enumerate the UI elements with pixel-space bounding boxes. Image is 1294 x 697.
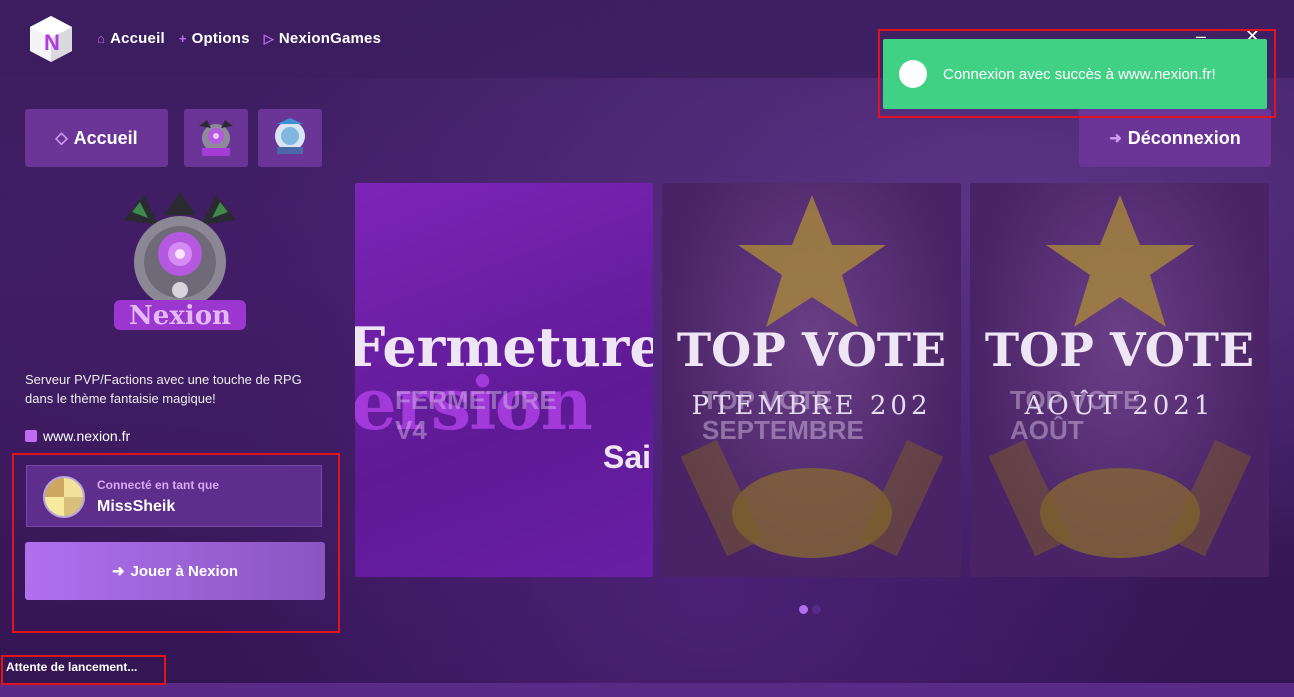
tag-icon: ◇ bbox=[55, 130, 68, 147]
nav-accueil-label: Accueil bbox=[110, 30, 165, 47]
home-icon: ⌂ bbox=[97, 31, 106, 46]
nav-nexiongames[interactable]: ▷ NexionGames bbox=[264, 30, 381, 47]
news-card-caption: TOP VOTE AOÛT bbox=[1010, 385, 1141, 445]
trophy-star-art bbox=[680, 195, 944, 558]
nav-accueil[interactable]: ⌂ Accueil bbox=[97, 30, 165, 47]
bottom-bar bbox=[0, 683, 1294, 697]
plus-icon: + bbox=[178, 31, 187, 46]
server-description: Serveur PVP/Factions avec une touche de … bbox=[25, 372, 302, 406]
nav-options[interactable]: + Options bbox=[179, 30, 250, 47]
play-icon: ▷ bbox=[263, 30, 274, 46]
carousel-dot[interactable] bbox=[812, 605, 821, 614]
news-card-fermeture[interactable]: ersion Fermeture Sai FERMETURE V4 bbox=[355, 183, 653, 577]
news-card-caption-1: FERMETURE bbox=[395, 385, 557, 415]
shop-icon bbox=[25, 430, 37, 442]
server-thumb-other[interactable] bbox=[258, 109, 322, 167]
annotation-box-status bbox=[1, 655, 166, 685]
news-card-topvote-septembre[interactable]: TOP VOTE PTEMBRE 202 TOP VOTE SEPTEMBRE bbox=[662, 183, 961, 577]
annotation-box-user-panel bbox=[12, 453, 340, 633]
news-card-caption-2: AOÛT bbox=[1010, 415, 1084, 445]
svg-text:N: N bbox=[44, 30, 60, 55]
nexion-server-logo: Nexion bbox=[114, 192, 246, 331]
nav-options-label: Options bbox=[191, 30, 250, 47]
home-button-label: Accueil bbox=[73, 127, 138, 148]
website-link[interactable]: www.nexion.fr bbox=[25, 428, 130, 444]
news-card-headline-3: Sai bbox=[602, 439, 651, 475]
news-card-caption: TOP VOTE SEPTEMBRE bbox=[702, 385, 864, 445]
website-link-label: www.nexion.fr bbox=[43, 428, 131, 444]
nexion-launcher-logo[interactable]: N bbox=[28, 14, 74, 64]
nav-nexiongames-label: NexionGames bbox=[278, 30, 382, 47]
trophy-star-art bbox=[988, 195, 1252, 558]
arrow-right-icon: ➜ bbox=[1109, 130, 1122, 147]
news-card-topvote-aout[interactable]: TOP VOTE AOÛT 2021 TOP VOTE AOÛT bbox=[970, 183, 1269, 577]
news-card-caption: FERMETURE V4 bbox=[395, 385, 557, 445]
server-thumb-nexion[interactable] bbox=[184, 109, 248, 167]
news-card-caption-2: SEPTEMBRE bbox=[702, 415, 864, 445]
other-server-emblem-icon bbox=[275, 118, 305, 154]
carousel-dot-active[interactable] bbox=[799, 605, 808, 614]
main-nav: ⌂ Accueil + Options ▷ NexionGames bbox=[97, 30, 395, 47]
carousel-dots bbox=[799, 605, 821, 614]
news-card-caption-2: V4 bbox=[395, 415, 427, 445]
nexion-emblem-icon bbox=[199, 120, 233, 156]
annotation-box-toast bbox=[878, 29, 1276, 118]
news-card-headline-1: Fermeture bbox=[355, 315, 653, 379]
news-card-headline: TOP VOTE bbox=[984, 323, 1255, 377]
svg-text:Nexion: Nexion bbox=[129, 301, 231, 331]
news-card-headline: TOP VOTE bbox=[676, 323, 947, 377]
news-card-caption-1: TOP VOTE bbox=[1010, 385, 1141, 415]
logout-button-label: Déconnexion bbox=[1127, 127, 1241, 148]
news-card-caption-1: TOP VOTE bbox=[702, 385, 833, 415]
home-button[interactable]: ◇ Accueil bbox=[25, 109, 168, 167]
